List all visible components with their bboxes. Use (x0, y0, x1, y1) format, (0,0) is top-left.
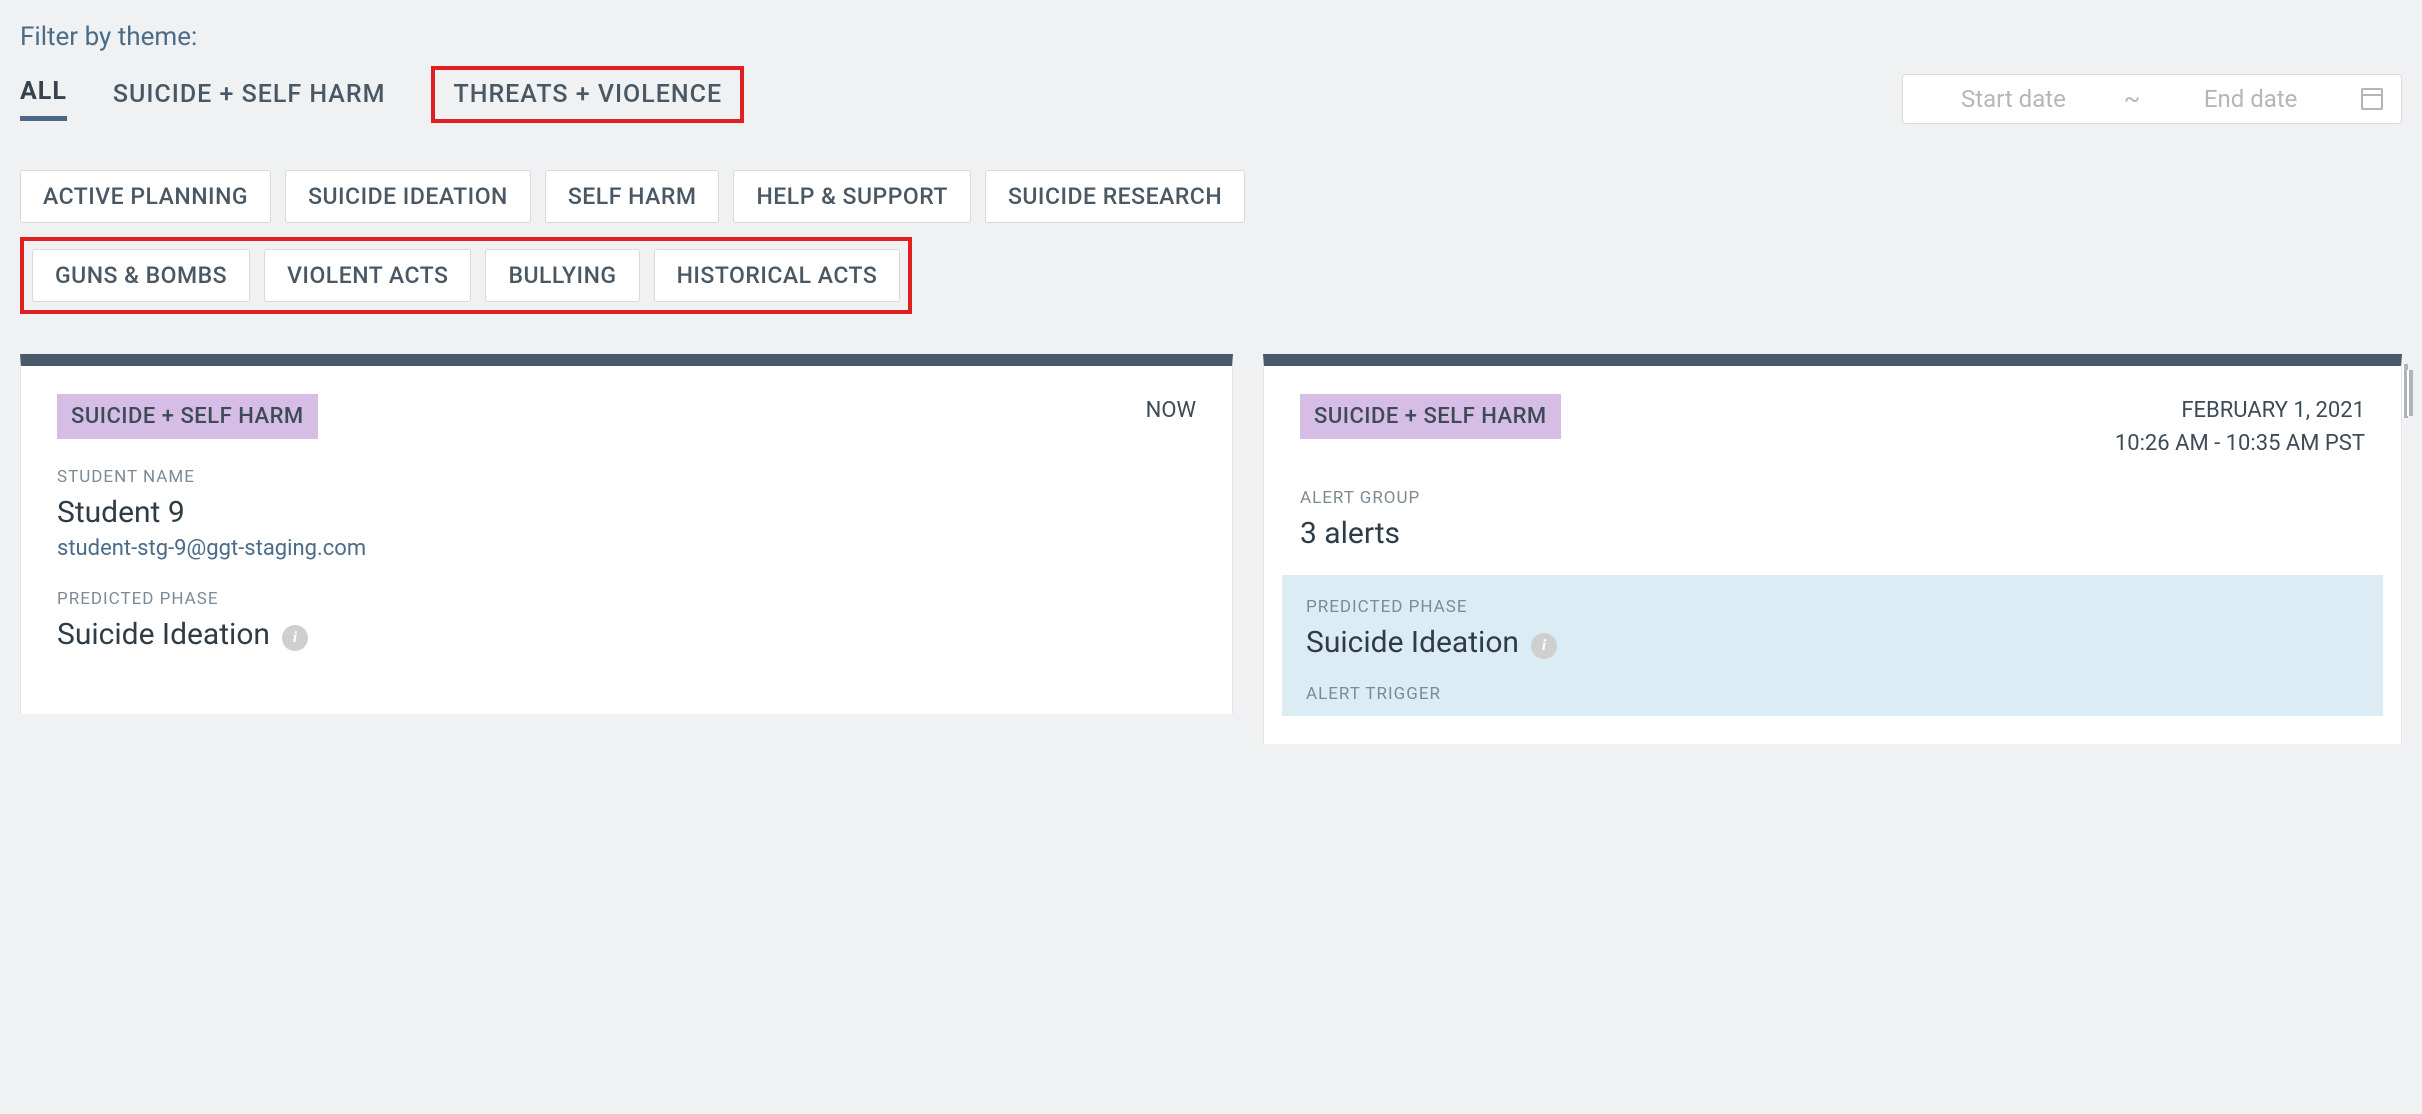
chip-bullying[interactable]: BULLYING (485, 249, 639, 302)
student-name-label: STUDENT NAME (57, 467, 1196, 487)
theme-tabs: ALL SUICIDE + SELF HARM THREATS + VIOLEN… (20, 74, 2402, 124)
predicted-phase-label: PREDICTED PHASE (57, 589, 1196, 609)
student-name-value: Student 9 (57, 495, 1196, 530)
nested-alert-panel: PREDICTED PHASE Suicide Ideation i ALERT… (1282, 575, 2383, 716)
end-date-placeholder: End date (2158, 85, 2343, 113)
chips-row-2: GUNS & BOMBS VIOLENT ACTS BULLYING HISTO… (20, 237, 912, 314)
predicted-phase-label: PREDICTED PHASE (1306, 597, 2359, 617)
filter-by-theme-label: Filter by theme: (20, 22, 2402, 52)
date-range-picker[interactable]: Start date ~ End date (1902, 74, 2402, 124)
alert-group-label: ALERT GROUP (1300, 488, 2365, 508)
start-date-placeholder: Start date (1921, 85, 2106, 113)
tab-suicide-self-harm[interactable]: SUICIDE + SELF HARM (113, 80, 386, 119)
info-icon[interactable]: i (282, 625, 308, 651)
predicted-phase-value: Suicide Ideation (57, 617, 270, 652)
predicted-phase-value: Suicide Ideation (1306, 625, 1519, 660)
filter-chips-area: ACTIVE PLANNING SUICIDE IDEATION SELF HA… (20, 170, 2402, 314)
card-date: FEBRUARY 1, 2021 (2115, 394, 2365, 427)
chip-historical-acts[interactable]: HISTORICAL ACTS (654, 249, 901, 302)
date-range-separator: ~ (2124, 85, 2140, 113)
student-email: student-stg-9@ggt-staging.com (57, 536, 1196, 561)
theme-badge: SUICIDE + SELF HARM (57, 394, 318, 439)
chip-self-harm[interactable]: SELF HARM (545, 170, 720, 223)
alert-cards: SUICIDE + SELF HARM NOW STUDENT NAME Stu… (20, 354, 2402, 744)
card-timestamp: NOW (1146, 394, 1196, 427)
tab-all[interactable]: ALL (20, 77, 67, 121)
alert-trigger-label: ALERT TRIGGER (1306, 684, 2359, 704)
info-icon[interactable]: i (1531, 633, 1557, 659)
chip-guns-bombs[interactable]: GUNS & BOMBS (32, 249, 250, 302)
chip-active-planning[interactable]: ACTIVE PLANNING (20, 170, 271, 223)
calendar-icon (2361, 88, 2383, 110)
alert-card-1[interactable]: SUICIDE + SELF HARM NOW STUDENT NAME Stu… (20, 354, 1233, 714)
chip-help-support[interactable]: HELP & SUPPORT (733, 170, 970, 223)
chip-violent-acts[interactable]: VIOLENT ACTS (264, 249, 471, 302)
chip-suicide-ideation[interactable]: SUICIDE IDEATION (285, 170, 531, 223)
alert-group-value: 3 alerts (1300, 516, 2365, 551)
chip-suicide-research[interactable]: SUICIDE RESEARCH (985, 170, 1245, 223)
card-stack-edge (2407, 370, 2413, 416)
theme-badge: SUICIDE + SELF HARM (1300, 394, 1561, 439)
card-time-range: 10:26 AM - 10:35 AM PST (2115, 427, 2365, 460)
alert-card-2[interactable]: SUICIDE + SELF HARM FEBRUARY 1, 2021 10:… (1263, 354, 2402, 744)
card-timestamp: FEBRUARY 1, 2021 10:26 AM - 10:35 AM PST (2115, 394, 2365, 460)
chips-row-1: ACTIVE PLANNING SUICIDE IDEATION SELF HA… (20, 170, 2402, 223)
tab-threats-violence[interactable]: THREATS + VIOLENCE (431, 66, 744, 123)
